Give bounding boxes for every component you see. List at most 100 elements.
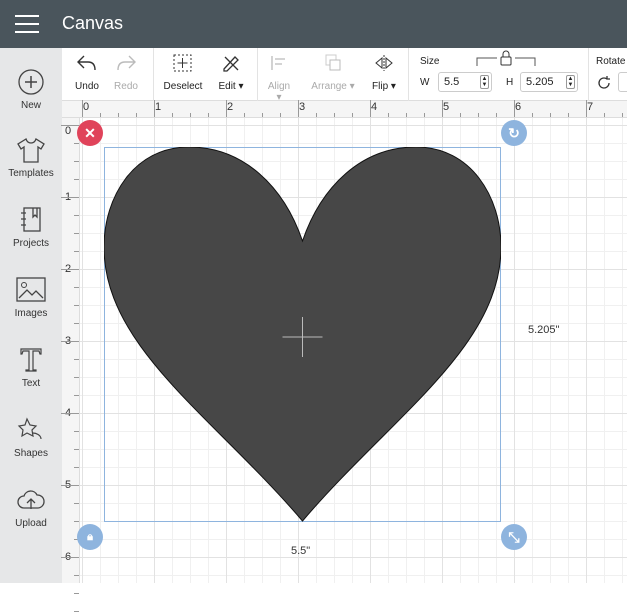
ruler-tick — [61, 557, 79, 558]
arrange-button[interactable]: Arrange ▾ — [308, 54, 358, 92]
ruler-tick — [208, 113, 209, 117]
ruler-tick — [74, 521, 79, 522]
ruler-tick — [154, 100, 155, 117]
ruler-tick — [74, 305, 79, 306]
sidebar-item-projects[interactable]: Projects — [0, 206, 62, 249]
ruler-tick — [280, 113, 281, 117]
ruler-tick-label: 6 — [515, 101, 522, 113]
ruler-tick — [74, 395, 79, 396]
page-title: Canvas — [62, 13, 124, 33]
ruler-tick — [74, 179, 79, 180]
sidebar-item-label: Templates — [8, 168, 54, 179]
ruler-tick — [334, 113, 335, 117]
sidebar-item-label: Projects — [12, 238, 50, 249]
shapes-icon — [17, 417, 42, 440]
ruler-tick — [74, 467, 79, 468]
ruler-tick — [61, 197, 79, 198]
height-input[interactable]: 5.205 ▲ ▼ — [520, 72, 578, 92]
sidebar-item-upload[interactable]: Upload — [0, 486, 62, 529]
ruler-tick — [226, 100, 227, 117]
tshirt-icon — [17, 138, 45, 163]
rotate-icon — [598, 76, 610, 89]
ruler-tick-label: 0 — [65, 125, 72, 137]
sidebar-item-label: Text — [21, 378, 41, 389]
width-dimension-label: 5.5" — [291, 545, 311, 557]
ruler-tick — [74, 143, 79, 144]
resize-handle[interactable]: ⤡ — [501, 524, 527, 550]
width-stepper[interactable]: ▲ ▼ — [480, 75, 489, 89]
deselect-button[interactable]: Deselect — [162, 54, 204, 92]
notebook-icon — [21, 207, 41, 232]
sidebar-item-images[interactable]: Images — [0, 276, 62, 319]
ruler-tick — [604, 113, 605, 117]
flip-icon — [375, 55, 393, 71]
sidebar-item-text[interactable]: Text — [0, 346, 62, 389]
resize-icon: ⤡ — [508, 529, 520, 545]
redo-icon — [117, 55, 136, 71]
close-icon: ✕ — [84, 125, 96, 141]
ruler-tick-label: 0 — [83, 101, 90, 113]
ruler-tick — [74, 215, 79, 216]
ruler-tick — [478, 113, 479, 117]
toolbar: Undo Redo Deselect Edit ▾ Align ▾ Arrang… — [62, 48, 627, 103]
ruler-tick — [190, 113, 191, 117]
ruler-tick — [74, 251, 79, 252]
ruler-tick-label: 7 — [587, 101, 594, 113]
ruler-tick — [61, 269, 79, 270]
height-stepper[interactable]: ▲ ▼ — [566, 75, 575, 89]
ruler-tick — [74, 593, 79, 594]
ruler-tick — [424, 113, 425, 117]
caret-down-icon: ▾ — [238, 81, 244, 92]
sidebar-item-label: Shapes — [14, 448, 48, 459]
align-button[interactable]: Align ▾ — [264, 54, 294, 103]
lock-ratio-icon[interactable] — [475, 50, 537, 68]
ruler-tick — [406, 113, 407, 117]
ruler-tick — [388, 113, 389, 117]
ruler-tick-label: 2 — [227, 101, 234, 113]
sidebar-item-shapes[interactable]: Shapes — [0, 416, 62, 459]
ruler-tick — [74, 323, 79, 324]
delete-handle[interactable]: ✕ — [77, 120, 103, 146]
menu-icon[interactable] — [15, 15, 39, 33]
lock-handle[interactable]: 🔒︎ — [77, 524, 103, 550]
ruler-tick — [136, 113, 137, 117]
width-input[interactable]: 5.5 ▲ ▼ — [438, 72, 492, 92]
ruler-tick — [74, 359, 79, 360]
redo-button[interactable]: Redo — [112, 54, 140, 92]
ruler-tick — [586, 100, 587, 117]
ruler-tick — [532, 113, 533, 117]
ruler-tick — [622, 113, 623, 117]
sidebar-item-new[interactable]: New — [0, 68, 62, 111]
ruler-tick — [82, 100, 83, 117]
arrange-icon — [325, 54, 341, 71]
ruler-tick — [61, 413, 79, 414]
ruler-tick — [298, 100, 299, 117]
ruler-tick — [172, 113, 173, 117]
ruler-tick — [550, 113, 551, 117]
text-icon — [20, 348, 42, 372]
ruler-tick — [244, 113, 245, 117]
canvas-grid[interactable]: ✕ ↻ 🔒︎ ⤡ 5.5" 5.205" — [77, 118, 627, 583]
ruler-tick — [316, 113, 317, 117]
sidebar-item-label: New — [20, 100, 41, 111]
cloud-upload-icon — [17, 490, 45, 509]
sidebar-item-templates[interactable]: Templates — [0, 136, 62, 179]
ruler-tick — [61, 485, 79, 486]
ruler-tick-label: 5 — [443, 101, 450, 113]
undo-button[interactable]: Undo — [74, 54, 100, 92]
sidebar-item-label: Upload — [15, 518, 47, 529]
heart-shape[interactable] — [104, 147, 501, 522]
ruler-tick-label: 3 — [299, 101, 306, 113]
ruler-tick-label: 1 — [155, 101, 162, 113]
edit-button[interactable]: Edit ▾ — [214, 54, 248, 92]
ruler-tick — [74, 431, 79, 432]
rotate-handle[interactable]: ↻ — [501, 120, 527, 146]
vertical-ruler: 0123456 — [61, 118, 80, 612]
flip-button[interactable]: Flip ▾ — [368, 54, 400, 92]
ruler-tick-label: 4 — [371, 101, 378, 113]
align-icon — [271, 56, 285, 70]
ruler-tick — [100, 113, 101, 117]
rotate-input[interactable] — [618, 72, 627, 92]
ruler-tick — [74, 575, 79, 576]
ruler-tick — [74, 503, 79, 504]
